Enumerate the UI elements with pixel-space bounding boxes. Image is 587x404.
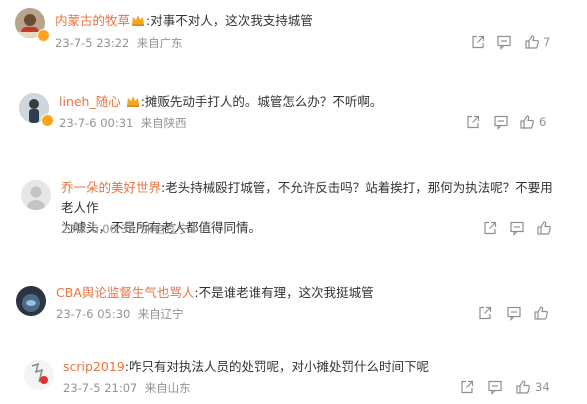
share-icon[interactable] <box>459 379 475 395</box>
comment-meta: 23-7-6 05:30 来自辽宁 <box>56 306 184 322</box>
like-count: 7 <box>543 35 551 49</box>
comment-content: :摊贩先动手打人的。城管怎么办？不听啊。 <box>140 94 383 109</box>
like-count: 6 <box>539 115 547 129</box>
comment-location: 来自辽宁 <box>137 307 184 321</box>
comment-content: :对事不对人，这次我支持城管 <box>146 13 313 28</box>
comment-meta: 23-7-6 00:31 来自陕西 <box>59 115 187 131</box>
comment-meta: 23-7-5 21:07 来自山东 <box>63 380 191 396</box>
comment-location: 来自陕西 <box>140 116 187 130</box>
comment-actions <box>482 220 572 236</box>
comment-actions <box>477 305 567 321</box>
avatar[interactable] <box>16 286 46 316</box>
thumbs-up-icon[interactable] <box>536 220 552 236</box>
avatar[interactable] <box>21 180 51 210</box>
comment-location: 来自广东 <box>136 36 183 50</box>
comment-meta: 23-7-6 06:36 来自辽宁 <box>61 221 189 237</box>
comment-date: 23-7-5 23:22 <box>55 36 130 50</box>
thumbs-up-icon[interactable] <box>524 34 540 50</box>
comment-text: scrip2019:咋只有对执法人员的处罚呢，对小摊处罚什么时间下呢 <box>63 357 429 376</box>
thumbs-up-icon[interactable] <box>519 114 535 130</box>
comment-text: lineh_随心 :摊贩先动手打人的。城管怎么办？不听啊。 <box>59 92 382 111</box>
comment-meta: 23-7-5 23:22 来自广东 <box>55 35 183 51</box>
comment-item: lineh_随心 :摊贩先动手打人的。城管怎么办？不听啊。 23-7-6 00:… <box>0 88 587 138</box>
share-icon[interactable] <box>470 34 486 50</box>
username-link[interactable]: 内蒙古的牧草 <box>55 13 130 28</box>
thumbs-up-icon[interactable] <box>533 305 549 321</box>
comment-location: 来自辽宁 <box>142 222 189 236</box>
comment-actions: 6 <box>465 114 575 130</box>
comment-icon[interactable] <box>496 34 512 50</box>
verified-badge-icon <box>37 29 50 42</box>
comment-item: scrip2019:咋只有对执法人员的处罚呢，对小摊处罚什么时间下呢 23-7-… <box>0 355 587 404</box>
comment-icon[interactable] <box>487 379 503 395</box>
comment-actions: 7 <box>470 34 580 50</box>
comment-icon[interactable] <box>506 305 522 321</box>
comment-item: 乔一朵的美好世界:老头持械殴打城管，不允许反击吗？站着挨打，那何为执法呢？不要用… <box>0 175 587 245</box>
like-count: 34 <box>535 380 550 394</box>
comment-text: 内蒙古的牧草 :对事不对人，这次我支持城管 <box>55 11 313 30</box>
comment-content: :不是谁老谁有理，这次我挺城管 <box>194 285 374 300</box>
crown-icon <box>126 93 140 107</box>
comment-icon[interactable] <box>509 220 525 236</box>
crown-icon <box>131 12 145 26</box>
comment-date: 23-7-6 00:31 <box>59 116 134 130</box>
avatar[interactable] <box>24 360 54 390</box>
share-icon[interactable] <box>477 305 493 321</box>
username-link[interactable]: 乔一朵的美好世界 <box>61 180 161 195</box>
username-link[interactable]: scrip2019 <box>63 359 125 374</box>
comment-date: 23-7-6 05:30 <box>56 307 131 321</box>
comment-icon[interactable] <box>493 114 509 130</box>
comment-text: CBA舆论监督生气也骂人:不是谁老谁有理，这次我挺城管 <box>56 283 374 302</box>
comment-actions: 34 <box>459 379 574 395</box>
username-link[interactable]: CBA舆论监督生气也骂人 <box>56 285 194 300</box>
comment-item: CBA舆论监督生气也骂人:不是谁老谁有理，这次我挺城管 23-7-6 05:30… <box>0 281 587 331</box>
share-icon[interactable] <box>482 220 498 236</box>
comment-item: 内蒙古的牧草 :对事不对人，这次我支持城管 23-7-5 23:22 来自广东 7 <box>0 0 587 60</box>
comment-location: 来自山东 <box>144 381 191 395</box>
username-link[interactable]: lineh_随心 <box>59 94 121 109</box>
comment-date: 23-7-6 06:36 <box>61 222 136 236</box>
verified-badge-icon <box>41 114 54 127</box>
thumbs-up-icon[interactable] <box>515 379 531 395</box>
share-icon[interactable] <box>465 114 481 130</box>
comment-content: :咋只有对执法人员的处罚呢，对小摊处罚什么时间下呢 <box>124 359 429 374</box>
comment-date: 23-7-5 21:07 <box>63 381 138 395</box>
